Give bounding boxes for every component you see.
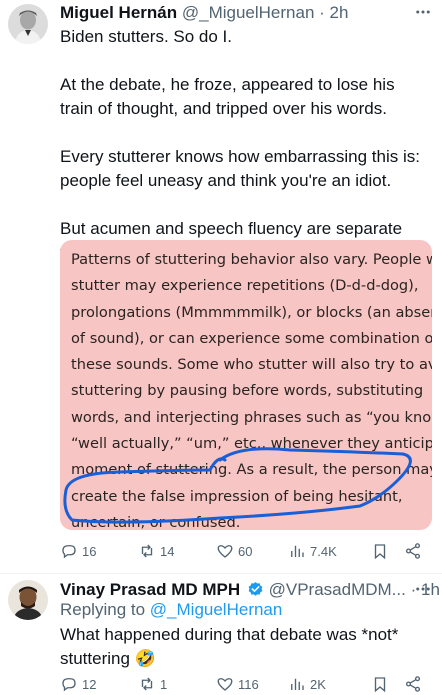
author-name[interactable]: Vinay Prasad MD MPH [60, 580, 240, 599]
rofl-emoji: 🤣 [134, 649, 156, 668]
tweet-text-line: What happened during that debate was *no… [60, 625, 399, 644]
reply-icon [62, 545, 76, 559]
share-button[interactable] [404, 540, 422, 562]
views-icon [291, 678, 304, 690]
repost-count: 1 [160, 676, 168, 692]
tweet-time[interactable]: 2h [330, 3, 349, 22]
like-count: 116 [238, 676, 259, 692]
heart-icon [217, 678, 233, 691]
bookmark-button[interactable] [371, 540, 389, 562]
like-button[interactable]: 60 [216, 540, 252, 562]
attached-image[interactable]: Patterns of stuttering behavior also var… [60, 240, 432, 530]
heart-icon [217, 545, 233, 558]
repost-button[interactable]: 14 [138, 540, 174, 562]
reply-button[interactable]: 12 [60, 673, 96, 695]
share-icon [405, 543, 421, 559]
tweet-paragraph: Every stutterer knows how embarrassing t… [60, 147, 420, 190]
like-button[interactable]: 116 [216, 673, 259, 695]
tweet-paragraph: At the debate, he froze, appeared to los… [60, 75, 395, 118]
author-handle[interactable]: @VPrasadMDM... [269, 580, 406, 599]
repost-icon [141, 677, 153, 691]
replying-to: Replying to @_MiguelHernan [60, 600, 282, 620]
tweet-actions: 12 1 116 2K [60, 673, 432, 695]
author-name[interactable]: Miguel Hernán [60, 3, 177, 22]
tweet-text-line-2: stuttering 🤣 [60, 647, 432, 671]
tweet-header: Vinay Prasad MD MPH @VPrasadMDM... · 1h [60, 580, 440, 600]
author-handle[interactable]: @_MiguelHernan [182, 3, 315, 22]
tweet-actions: 16 14 60 7.4K [60, 540, 432, 562]
views-button[interactable]: 7.4K [288, 540, 337, 562]
views-button[interactable]: 2K [288, 673, 326, 695]
repost-count: 14 [160, 543, 175, 559]
avatar-vinay[interactable] [8, 580, 48, 620]
verified-badge-icon [248, 582, 263, 596]
replying-to-handle-link[interactable]: @_MiguelHernan [150, 600, 283, 619]
tweet-header: Miguel Hernán @_MiguelHernan · 2h [60, 3, 348, 23]
like-count: 60 [238, 543, 253, 559]
repost-button[interactable]: 1 [138, 673, 167, 695]
avatar-miguel[interactable] [8, 4, 48, 44]
share-icon [405, 676, 421, 692]
tweet-miguel[interactable]: Miguel Hernán @_MiguelHernan · 2h Biden … [0, 0, 442, 574]
separator-dot: · [319, 3, 325, 22]
bookmark-button[interactable] [371, 673, 389, 695]
replying-to-label: Replying to [60, 600, 146, 619]
reply-count: 16 [82, 543, 97, 559]
views-count: 7.4K [310, 543, 337, 559]
views-count: 2K [310, 676, 326, 692]
more-icon[interactable] [414, 580, 432, 603]
tweet-paragraph: Biden stutters. So do I. [60, 27, 232, 46]
reply-count: 12 [82, 676, 97, 692]
reply-icon [62, 678, 76, 692]
bookmark-icon [374, 677, 386, 693]
views-icon [291, 545, 304, 557]
hand-drawn-highlight [63, 447, 412, 524]
more-icon[interactable] [414, 3, 432, 26]
reply-button[interactable]: 16 [60, 540, 96, 562]
tweet-text: Biden stutters. So do I. At the debate, … [60, 25, 432, 265]
tweet-text-word: stuttering [60, 649, 130, 668]
share-button[interactable] [404, 673, 422, 695]
tweet-text: What happened during that debate was *no… [60, 623, 432, 671]
bookmark-icon [374, 544, 386, 560]
repost-icon [141, 544, 153, 558]
